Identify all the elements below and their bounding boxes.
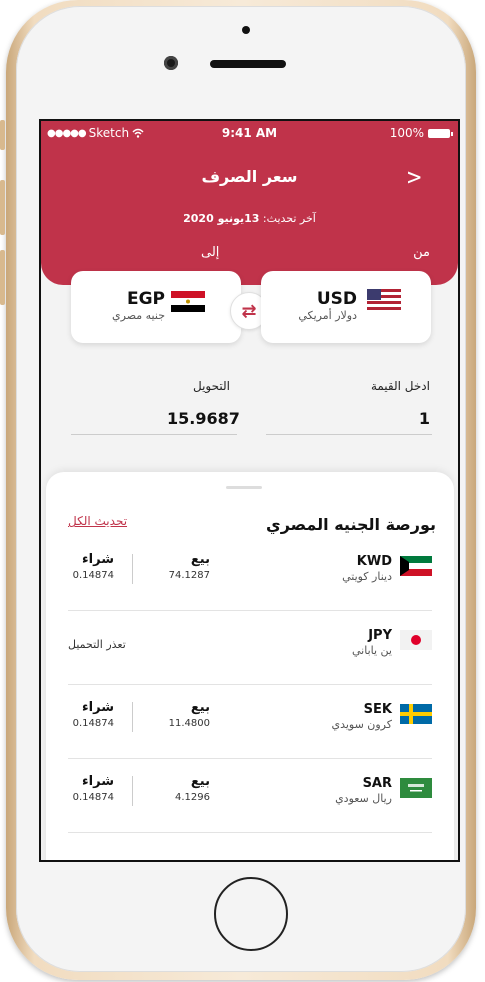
rate-name: ين ياباني [352, 644, 392, 657]
buy-label: شراء [82, 774, 114, 789]
sell-value: 11.4800 [168, 718, 210, 729]
refresh-all-link[interactable]: تحديث الكل [68, 514, 127, 528]
battery-group: 100% [389, 126, 453, 140]
divider [132, 776, 133, 806]
header: ●●●●● Sketch 9:41 AM 100% سعر الصرف > آخ… [41, 121, 458, 285]
load-failed-status: تعذر التحميل [68, 638, 126, 651]
sell-value: 74.1287 [168, 570, 210, 581]
rates-sheet: بورصة الجنيه المصري تحديث الكل KWD دينار… [46, 472, 454, 860]
from-currency-code: USD [316, 289, 357, 309]
buy-value: 0.14874 [72, 718, 114, 729]
sell-label: بيع [190, 552, 210, 567]
rate-code: KWD [356, 554, 392, 569]
proximity-sensor [242, 26, 250, 34]
sell-label: بيع [190, 774, 210, 789]
front-camera [164, 56, 178, 70]
result-underline [71, 434, 237, 435]
volume-up-button [0, 180, 5, 235]
to-label: إلى [201, 245, 220, 260]
to-currency-name: جنيه مصري [112, 309, 165, 322]
sell-value: 4.1296 [175, 792, 210, 803]
last-updated: آخر تحديث: 13يونيو 2020 [41, 212, 458, 225]
sa-flag-icon [400, 778, 432, 798]
page-title: سعر الصرف [201, 167, 298, 186]
buy-label: شراء [82, 552, 114, 567]
sell-label: بيع [190, 700, 210, 715]
chevron-right-icon[interactable]: > [407, 163, 421, 191]
from-label: من [413, 245, 430, 260]
us-flag-icon [367, 289, 401, 310]
buy-label: شراء [82, 700, 114, 715]
rate-name: ريال سعودي [335, 792, 392, 805]
amount-underline [266, 434, 432, 435]
to-currency-code: EGP [126, 289, 165, 309]
rate-name: دينار كويتي [342, 570, 392, 583]
status-bar: ●●●●● Sketch 9:41 AM 100% [41, 125, 458, 143]
volume-down-button [0, 250, 5, 305]
divider [132, 702, 133, 732]
last-updated-date: 13يونيو 2020 [183, 212, 260, 225]
mute-switch [0, 120, 5, 150]
rate-row-jpy[interactable]: JPY ين ياباني تعذر التحميل [68, 610, 432, 685]
jp-flag-icon [400, 630, 432, 650]
eg-flag-icon [171, 291, 205, 312]
rate-row-sar[interactable]: SAR ريال سعودي بيع 4.1296 شراء 0.14874 [68, 758, 432, 833]
amount-input[interactable]: 1 [419, 409, 430, 428]
rate-row-sek[interactable]: SEK كرون سويدي بيع 11.4800 شراء 0.14874 [68, 684, 432, 759]
rate-name: كرون سويدي [331, 718, 392, 731]
home-button[interactable] [214, 877, 288, 951]
last-updated-prefix: آخر تحديث: [259, 212, 316, 225]
battery-icon [428, 128, 453, 138]
result-value: 15.9687 [167, 409, 240, 428]
battery-percent: 100% [389, 126, 424, 140]
rate-code: SEK [363, 702, 392, 717]
buy-value: 0.14874 [72, 792, 114, 803]
rate-code: SAR [362, 776, 392, 791]
kw-flag-icon [400, 556, 432, 576]
to-currency-card[interactable]: EGP جنيه مصري [71, 271, 241, 343]
sheet-title: بورصة الجنيه المصري [266, 515, 436, 534]
app-screen: ●●●●● Sketch 9:41 AM 100% سعر الصرف > آخ… [39, 119, 460, 862]
rate-code: JPY [368, 628, 392, 643]
buy-value: 0.14874 [72, 570, 114, 581]
earpiece-speaker [210, 60, 286, 68]
result-label: التحويل [193, 379, 230, 393]
se-flag-icon [400, 704, 432, 724]
rate-row-kwd[interactable]: KWD دينار كويتي بيع 74.1287 شراء 0.14874 [68, 536, 432, 611]
from-currency-card[interactable]: USD دولار أمريكي [261, 271, 431, 343]
from-currency-name: دولار أمريكي [298, 309, 357, 322]
sheet-handle[interactable] [226, 486, 262, 489]
divider [132, 554, 133, 584]
amount-label: ادخل القيمة [370, 379, 430, 393]
